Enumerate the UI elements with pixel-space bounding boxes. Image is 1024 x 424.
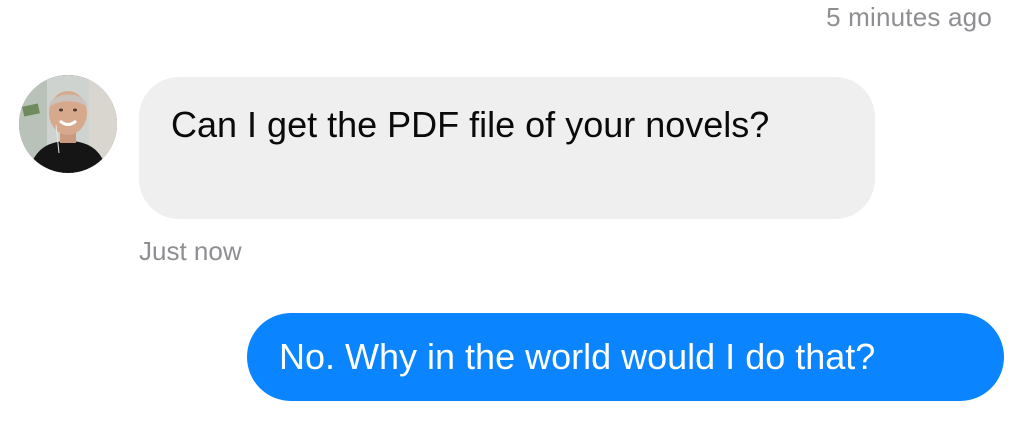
timestamp-top: 5 minutes ago xyxy=(826,2,992,32)
message-thread: 5 minutes ago Can I get the PDF file of … xyxy=(0,0,1024,424)
incoming-timestamp: Just now xyxy=(139,236,242,266)
incoming-message-text: Can I get the PDF file of your novels? xyxy=(171,104,770,145)
incoming-message-bubble[interactable]: Can I get the PDF file of your novels? xyxy=(139,77,875,219)
outgoing-message-text: No. Why in the world would I do that? xyxy=(279,336,876,377)
outgoing-message-bubble[interactable]: No. Why in the world would I do that? xyxy=(247,313,1004,401)
contact-avatar[interactable] xyxy=(19,75,117,173)
avatar-photo-icon xyxy=(19,75,117,173)
